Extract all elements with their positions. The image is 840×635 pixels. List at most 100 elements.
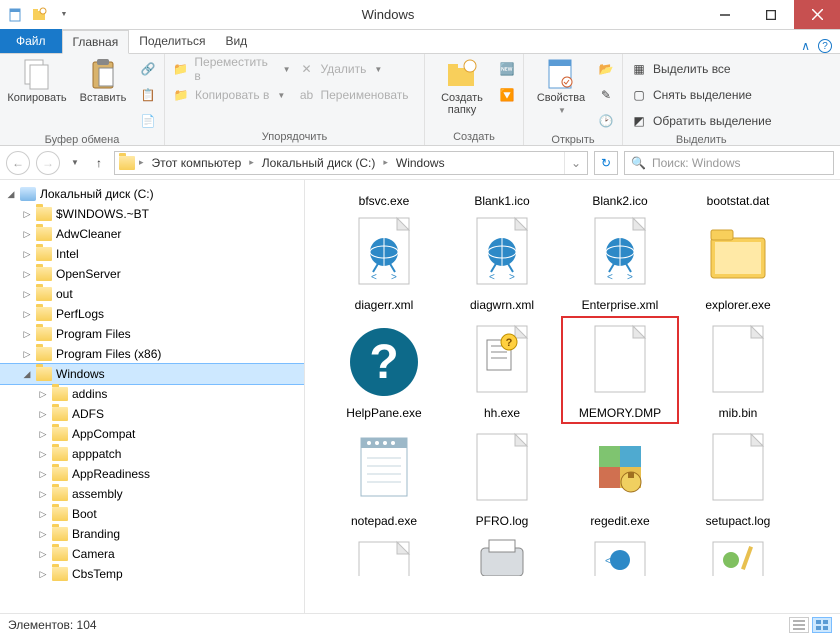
file-item[interactable]: bootstat.dat	[679, 186, 797, 208]
invert-selection-button[interactable]: ◩Обратить выделение	[631, 110, 772, 132]
breadcrumb-seg-folder[interactable]: Windows	[392, 156, 449, 170]
view-icons-button[interactable]	[812, 617, 832, 633]
file-item[interactable]	[443, 532, 561, 580]
file-item[interactable]: ?HelpPane.exe	[325, 316, 443, 424]
tree-item[interactable]: ◢Windows	[0, 364, 304, 384]
expand-icon[interactable]: ▷	[22, 329, 32, 340]
expand-icon[interactable]: ▷	[38, 449, 48, 460]
file-item[interactable]: setupact.log	[679, 424, 797, 532]
easy-access-button[interactable]: 🔽	[499, 84, 515, 106]
tab-view[interactable]: Вид	[215, 29, 257, 53]
select-all-button[interactable]: ▦Выделить все	[631, 58, 772, 80]
tree-item[interactable]: ▷$WINDOWS.~BT	[0, 204, 304, 224]
tree-item[interactable]: ▷CbsTemp	[0, 564, 304, 584]
file-item[interactable]: regedit.exe	[561, 424, 679, 532]
tree-item[interactable]: ▷OpenServer	[0, 264, 304, 284]
delete-button[interactable]: ✕Удалить▼	[299, 58, 417, 80]
rename-button[interactable]: abПереименовать	[299, 84, 417, 106]
file-item[interactable]: mib.bin	[679, 316, 797, 424]
expand-icon[interactable]: ▷	[38, 509, 48, 520]
file-item[interactable]: PFRO.log	[443, 424, 561, 532]
tree-item[interactable]: ▷Intel	[0, 244, 304, 264]
expand-icon[interactable]: ▷	[22, 229, 32, 240]
qat-dropdown-icon[interactable]: ▼	[54, 5, 74, 25]
close-button[interactable]	[794, 0, 840, 29]
ribbon-collapse[interactable]: ∧?	[793, 39, 840, 53]
tree-item[interactable]: ▷Program Files	[0, 324, 304, 344]
qat-properties-icon[interactable]	[6, 5, 26, 25]
move-to-button[interactable]: 📁Переместить в▼	[173, 58, 291, 80]
tree-item[interactable]: ▷AppCompat	[0, 424, 304, 444]
navigation-tree[interactable]: ◢Локальный диск (C:)▷$WINDOWS.~BT▷AdwCle…	[0, 180, 305, 613]
file-item[interactable]: < >	[561, 532, 679, 580]
file-item[interactable]	[325, 532, 443, 580]
expand-icon[interactable]: ▷	[22, 269, 32, 280]
expand-icon[interactable]: ▷	[38, 409, 48, 420]
file-item[interactable]: <>diagerr.xml	[325, 208, 443, 316]
tree-item[interactable]: ▷addins	[0, 384, 304, 404]
tab-file[interactable]: Файл	[0, 29, 62, 53]
clip-shortcut1[interactable]: 🔗	[140, 58, 156, 80]
file-item[interactable]: bfsvc.exe	[325, 186, 443, 208]
expand-icon[interactable]: ▷	[22, 289, 32, 300]
properties-button[interactable]: Свойства ▼	[532, 58, 590, 115]
edit-button[interactable]: ✎	[598, 84, 614, 106]
file-item[interactable]: explorer.exe	[679, 208, 797, 316]
expand-icon[interactable]: ▷	[38, 489, 48, 500]
expand-icon[interactable]: ▷	[38, 529, 48, 540]
expand-icon[interactable]: ▷	[38, 469, 48, 480]
tree-item[interactable]: ▷apppatch	[0, 444, 304, 464]
forward-button[interactable]: →	[36, 151, 60, 175]
copy-button[interactable]: Копировать	[8, 58, 66, 104]
expand-icon[interactable]: ▷	[22, 249, 32, 260]
copy-to-button[interactable]: 📁Копировать в▼	[173, 84, 291, 106]
history-button[interactable]: 🕑	[598, 110, 614, 132]
minimize-button[interactable]	[702, 0, 748, 29]
expand-icon[interactable]: ▷	[38, 549, 48, 560]
expand-icon[interactable]: ◢	[6, 189, 16, 200]
new-folder-button[interactable]: Создать папку	[433, 58, 491, 116]
refresh-button[interactable]: ↻	[594, 151, 618, 175]
expand-icon[interactable]: ▷	[38, 569, 48, 580]
tab-share[interactable]: Поделиться	[129, 29, 215, 53]
tree-item[interactable]: ▷Boot	[0, 504, 304, 524]
breadcrumb-seg-drive[interactable]: Локальный диск (C:)	[258, 156, 380, 170]
view-details-button[interactable]	[789, 617, 809, 633]
expand-icon[interactable]: ▷	[38, 389, 48, 400]
file-item[interactable]: <>Enterprise.xml	[561, 208, 679, 316]
expand-icon[interactable]: ▷	[38, 429, 48, 440]
new-item-button[interactable]: 🆕	[499, 58, 515, 80]
file-item[interactable]: ?hh.exe	[443, 316, 561, 424]
clip-shortcut2[interactable]: 📋	[140, 84, 156, 106]
breadcrumb-history-dropdown[interactable]: ⌄	[564, 152, 587, 174]
file-item[interactable]	[679, 532, 797, 580]
breadcrumb-bar[interactable]: ▸ Этот компьютер ▸ Локальный диск (C:) ▸…	[114, 151, 588, 175]
tree-item[interactable]: ◢Локальный диск (C:)	[0, 184, 304, 204]
tree-item[interactable]: ▷out	[0, 284, 304, 304]
file-view[interactable]: bfsvc.exeBlank1.icoBlank2.icobootstat.da…	[305, 180, 840, 613]
clip-shortcut3[interactable]: 📄	[140, 110, 156, 132]
tree-item[interactable]: ▷Program Files (x86)	[0, 344, 304, 364]
file-item[interactable]: Blank2.ico	[561, 186, 679, 208]
tree-item[interactable]: ▷Camera	[0, 544, 304, 564]
tab-home[interactable]: Главная	[62, 30, 130, 54]
tree-item[interactable]: ▷AdwCleaner	[0, 224, 304, 244]
file-item[interactable]: <>diagwrn.xml	[443, 208, 561, 316]
tree-item[interactable]: ▷ADFS	[0, 404, 304, 424]
recent-locations-button[interactable]: ▼	[66, 154, 84, 172]
select-none-button[interactable]: ▢Снять выделение	[631, 84, 772, 106]
file-item[interactable]: Blank1.ico	[443, 186, 561, 208]
expand-icon[interactable]: ▷	[22, 349, 32, 360]
open-with-button[interactable]: 📂	[598, 58, 614, 80]
back-button[interactable]: ←	[6, 151, 30, 175]
breadcrumb-seg-computer[interactable]: Этот компьютер	[148, 156, 246, 170]
file-item[interactable]: notepad.exe	[325, 424, 443, 532]
paste-button[interactable]: Вставить	[74, 58, 132, 104]
up-button[interactable]: ↑	[90, 154, 108, 172]
file-item[interactable]: MEMORY.DMP	[561, 316, 679, 424]
expand-icon[interactable]: ▷	[22, 209, 32, 220]
qat-newfolder-icon[interactable]	[30, 5, 50, 25]
maximize-button[interactable]	[748, 0, 794, 29]
tree-item[interactable]: ▷assembly	[0, 484, 304, 504]
search-input[interactable]: 🔍 Поиск: Windows	[624, 151, 834, 175]
